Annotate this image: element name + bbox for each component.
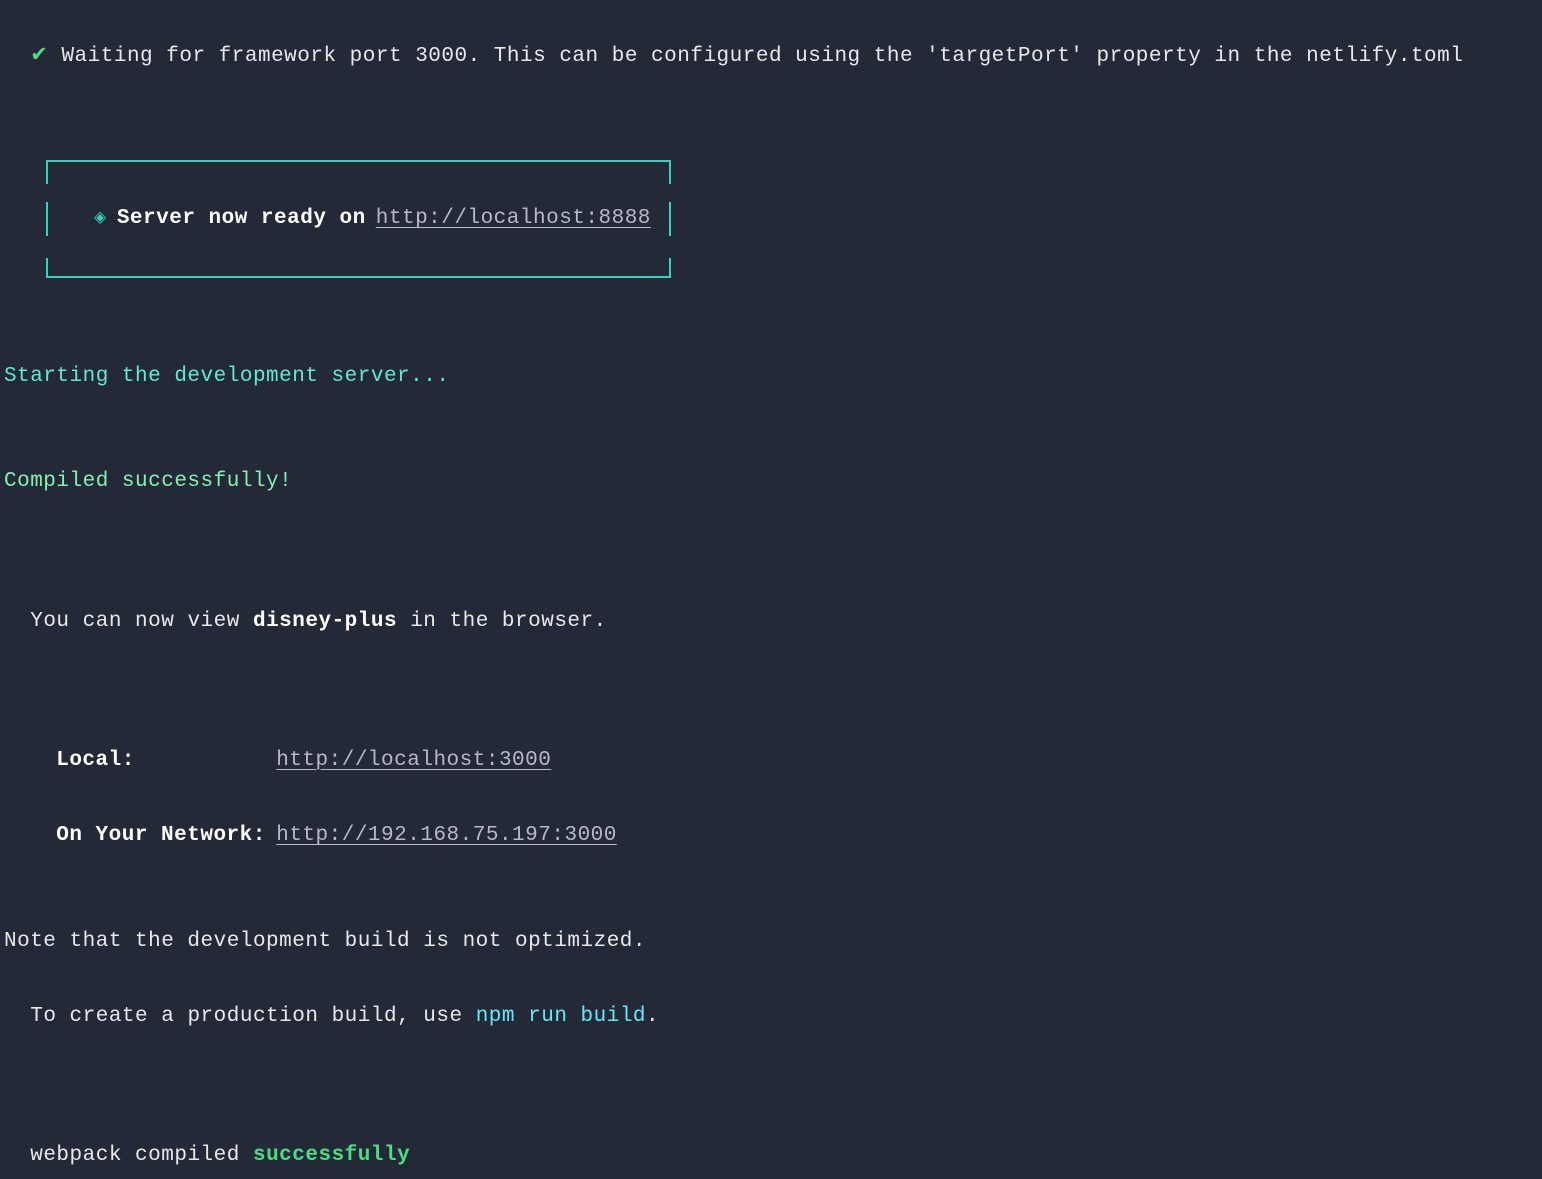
waiting-line: ✔ Waiting for framework port 3000. This … <box>4 6 1538 73</box>
note-optimization: Note that the development build is not o… <box>4 925 1538 959</box>
waiting-text: Waiting for framework port 3000. This ca… <box>61 45 1463 68</box>
note-production-build: To create a production build, use npm ru… <box>4 966 1538 1033</box>
local-address-line: Local:http://localhost:3000 <box>4 710 1538 777</box>
network-url-link[interactable]: http://192.168.75.197:3000 <box>276 824 617 847</box>
local-url-link[interactable]: http://localhost:3000 <box>276 749 551 772</box>
server-ready-label: Server now ready on <box>117 202 366 236</box>
diamond-icon: ◈ <box>94 206 107 232</box>
check-icon: ✔ <box>30 45 48 68</box>
server-url-link[interactable]: http://localhost:8888 <box>376 202 651 236</box>
network-address-line: On Your Network:http://192.168.75.197:30… <box>4 785 1538 852</box>
webpack-status-line: webpack compiled successfully <box>4 1105 1538 1172</box>
local-label: Local: <box>56 744 276 778</box>
webpack-success: successfully <box>253 1144 410 1167</box>
project-name: disney-plus <box>253 610 397 633</box>
starting-dev-server: Starting the development server... <box>4 360 1538 394</box>
compiled-success: Compiled successfully! <box>4 465 1538 499</box>
server-ready-box: ◈ Server now ready on http://localhost:8… <box>46 160 671 278</box>
network-label: On Your Network: <box>56 819 276 853</box>
npm-command: npm run build <box>476 1005 646 1028</box>
view-project-line: You can now view disney-plus in the brow… <box>4 571 1538 638</box>
